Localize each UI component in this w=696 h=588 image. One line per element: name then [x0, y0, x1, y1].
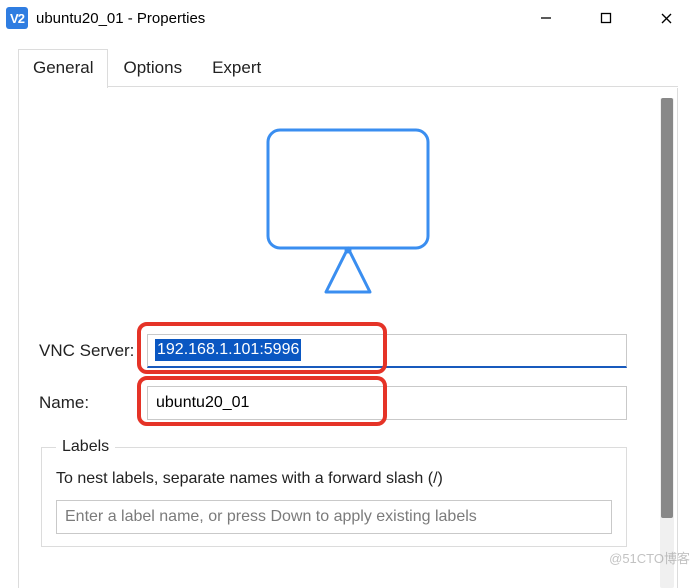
vnc-server-input[interactable]: [147, 334, 627, 368]
app-icon: V2: [6, 7, 28, 29]
labels-group: Labels To nest labels, separate names wi…: [41, 438, 627, 547]
general-pane: VNC Server: 192.168.1.101:5996 Name: Lab…: [18, 88, 678, 588]
vnc-server-row: VNC Server: 192.168.1.101:5996: [39, 334, 657, 368]
maximize-icon: [600, 12, 612, 24]
close-button[interactable]: [636, 0, 696, 36]
monitor-icon: [248, 122, 448, 302]
vnc-server-label: VNC Server:: [39, 341, 147, 361]
scrollbar[interactable]: [660, 98, 674, 588]
scrollbar-thumb[interactable]: [661, 98, 673, 518]
minimize-icon: [540, 12, 552, 24]
labels-hint: To nest labels, separate names with a fo…: [56, 470, 612, 488]
maximize-button[interactable]: [576, 0, 636, 36]
tab-expert[interactable]: Expert: [197, 49, 276, 88]
tab-bar: General Options Expert: [0, 48, 696, 88]
watermark: @51CTO博客: [609, 548, 690, 567]
window-title: ubuntu20_01 - Properties: [36, 10, 205, 27]
vnc-server-input-wrap: 192.168.1.101:5996: [147, 334, 627, 368]
labels-input[interactable]: [56, 500, 612, 534]
window-controls: [516, 0, 696, 36]
minimize-button[interactable]: [516, 0, 576, 36]
labels-legend: Labels: [56, 438, 115, 456]
tab-general[interactable]: General: [18, 49, 108, 88]
name-label: Name:: [39, 393, 147, 413]
name-input[interactable]: [147, 386, 627, 420]
titlebar: V2 ubuntu20_01 - Properties: [0, 0, 696, 36]
close-icon: [660, 12, 673, 25]
monitor-illustration: [39, 104, 657, 324]
tab-options[interactable]: Options: [108, 49, 197, 88]
name-row: Name:: [39, 386, 657, 420]
name-input-wrap: [147, 386, 627, 420]
